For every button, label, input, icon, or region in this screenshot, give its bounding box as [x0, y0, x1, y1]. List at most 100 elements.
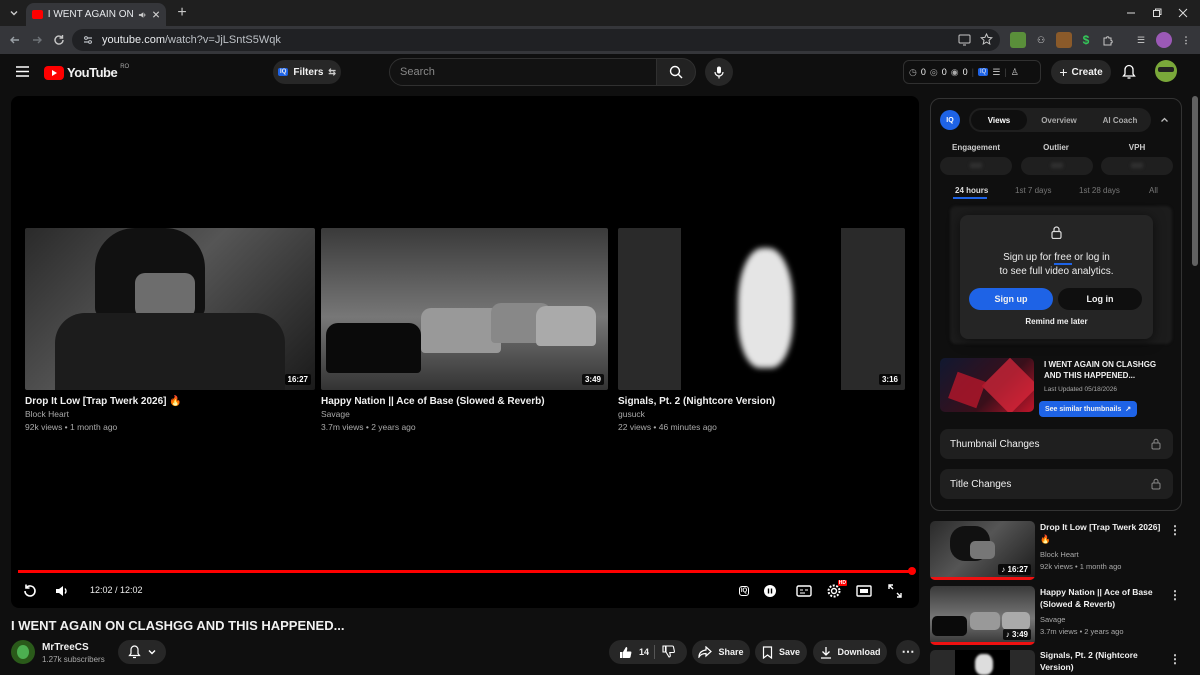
- panel-tabs: Views Overview AI Coach: [969, 108, 1151, 132]
- reload-button[interactable]: [50, 31, 68, 49]
- tab-overview[interactable]: Overview: [1029, 110, 1089, 130]
- lock-icon: [1151, 478, 1161, 490]
- see-similar-thumbnails-button[interactable]: See similar thumbnails ↗: [1039, 401, 1138, 417]
- extension-green-icon[interactable]: [1010, 32, 1026, 48]
- download-button[interactable]: Download: [813, 640, 887, 664]
- recommended-thumbnail[interactable]: ♪ 16:27: [930, 521, 1035, 580]
- more-vertical-icon[interactable]: ⋮: [1169, 588, 1181, 602]
- range-7-days[interactable]: 1st 7 days: [1015, 186, 1051, 195]
- volume-button[interactable]: [51, 580, 73, 602]
- login-button[interactable]: Log in: [1058, 288, 1142, 310]
- range-28-days[interactable]: 1st 28 days: [1079, 186, 1120, 195]
- bookmark-icon: [762, 645, 773, 659]
- autoplay-toggle[interactable]: [759, 580, 781, 602]
- voice-search-button[interactable]: [705, 58, 733, 86]
- recommended-video[interactable]: ♪ 3:49 Happy Nation || Ace of Base (Slow…: [930, 586, 1185, 646]
- recommended-thumbnail[interactable]: [930, 650, 1035, 675]
- browser-menu-icon[interactable]: ⋮: [1178, 32, 1194, 48]
- tab-title: I WENT AGAIN ON CLASHG: [47, 9, 133, 20]
- account-avatar[interactable]: [1155, 60, 1177, 82]
- replay-button[interactable]: [19, 580, 41, 602]
- remind-later-link[interactable]: Remind me later: [960, 317, 1153, 326]
- site-info-icon[interactable]: [82, 34, 94, 46]
- channel-name[interactable]: MrTreeCS: [42, 642, 89, 653]
- back-button[interactable]: [6, 31, 24, 49]
- fullscreen-icon: [888, 584, 902, 598]
- extension-dollar-icon[interactable]: $: [1078, 32, 1094, 48]
- browser-tab[interactable]: I WENT AGAIN ON CLASHG: [26, 3, 166, 26]
- captions-button[interactable]: [793, 580, 815, 602]
- metric-value-engagement: 000: [940, 157, 1012, 175]
- search-input[interactable]: Search: [389, 58, 657, 86]
- recommended-video[interactable]: ♪ 16:27 Drop It Low [Trap Twerk 2026] 🔥 B…: [930, 521, 1185, 581]
- iq-badge-icon: IQ: [738, 586, 750, 596]
- close-window-button[interactable]: [1166, 0, 1200, 26]
- speaker-icon[interactable]: [138, 10, 147, 20]
- forward-button[interactable]: [28, 31, 46, 49]
- dislike-button[interactable]: [662, 645, 675, 658]
- tab-search-button[interactable]: [4, 4, 24, 22]
- theater-mode-button[interactable]: [853, 580, 875, 602]
- new-tab-button[interactable]: +: [172, 4, 192, 22]
- save-button[interactable]: Save: [755, 640, 807, 664]
- settings-button[interactable]: HD: [823, 580, 847, 602]
- iq-logo: IQ: [940, 110, 960, 130]
- tab-ai-coach[interactable]: AI Coach: [1091, 110, 1149, 130]
- extension-glasses-icon[interactable]: ⚇: [1033, 32, 1049, 48]
- filters-button[interactable]: IQ Filters ⇆: [273, 60, 341, 84]
- end-screen-card[interactable]: 16:27 Drop It Low [Trap Twerk 2026] 🔥 Bl…: [25, 228, 315, 434]
- more-actions-button[interactable]: ⋯: [896, 640, 920, 664]
- address-bar[interactable]: youtube.com/watch?v=JjLSntS5Wqk: [72, 29, 1000, 51]
- range-all[interactable]: All: [1149, 186, 1158, 195]
- video-title: I WENT AGAIN ON CLASHGG AND THIS HAPPENE…: [11, 618, 345, 633]
- page-scrollbar[interactable]: [1192, 96, 1198, 266]
- thumbnail-preview[interactable]: [940, 358, 1034, 412]
- scrubber-handle[interactable]: [908, 567, 916, 575]
- end-screen-card[interactable]: 3:49 Happy Nation || Ace of Base (Slowed…: [321, 228, 608, 434]
- youtube-logo[interactable]: YouTube RO: [44, 64, 129, 80]
- hamburger-menu-icon[interactable]: [16, 66, 29, 77]
- end-screen-card[interactable]: 3:16 Signals, Pt. 2 (Nightcore Version) …: [618, 228, 905, 434]
- more-vertical-icon[interactable]: ⋮: [1169, 523, 1181, 537]
- notifications-bell-icon[interactable]: [1122, 64, 1136, 80]
- channel-avatar[interactable]: [11, 640, 35, 664]
- duration-badge: ♪ 3:49: [1002, 629, 1031, 640]
- end-card-title: Drop It Low [Trap Twerk 2026]: [25, 396, 167, 407]
- create-button[interactable]: + Create: [1051, 60, 1111, 84]
- signup-button[interactable]: Sign up: [969, 288, 1053, 310]
- cast-icon[interactable]: [958, 34, 971, 46]
- progress-bar[interactable]: [18, 570, 913, 573]
- fire-emoji-icon: 🔥: [1040, 534, 1051, 544]
- fullscreen-button[interactable]: [884, 580, 906, 602]
- end-card-thumbnail[interactable]: 16:27: [25, 228, 315, 390]
- download-label: Download: [837, 647, 881, 657]
- extension-badge-icon[interactable]: [1056, 32, 1072, 48]
- bookmark-star-icon[interactable]: [980, 33, 993, 46]
- lock-icon: [1051, 226, 1062, 239]
- recommended-video[interactable]: Signals, Pt. 2 (Nightcore Version) ⋮: [930, 650, 1185, 675]
- notification-settings-button[interactable]: [118, 640, 166, 664]
- browser-tab-strip: I WENT AGAIN ON CLASHG +: [0, 0, 1200, 26]
- like-button[interactable]: 14: [619, 646, 649, 659]
- close-icon[interactable]: [152, 10, 160, 19]
- more-vertical-icon[interactable]: ⋮: [1169, 652, 1181, 666]
- chevron-up-icon[interactable]: [1160, 116, 1169, 124]
- extension-stats-bar[interactable]: ◷ 0 ◎ 0 ◉ 0 | IQ ☰ | ♙: [903, 60, 1041, 84]
- search-button[interactable]: [656, 58, 696, 86]
- video-player[interactable]: 16:27 Drop It Low [Trap Twerk 2026] 🔥 Bl…: [11, 96, 919, 608]
- reading-list-icon[interactable]: ☰: [1133, 32, 1149, 48]
- url-text: youtube.com/watch?v=JjLSntS5Wqk: [102, 34, 281, 46]
- profile-avatar[interactable]: [1156, 32, 1172, 48]
- share-button[interactable]: Share: [692, 640, 750, 664]
- extensions-puzzle-icon[interactable]: [1100, 32, 1116, 48]
- end-card-thumbnail[interactable]: 3:16: [618, 228, 905, 390]
- title-changes-row[interactable]: Title Changes: [940, 469, 1173, 499]
- iq-player-button[interactable]: IQ: [733, 580, 755, 602]
- thumbnail-changes-row[interactable]: Thumbnail Changes: [940, 429, 1173, 459]
- search-icon: [669, 65, 683, 79]
- tab-views[interactable]: Views: [971, 110, 1027, 130]
- range-24-hours[interactable]: 24 hours: [955, 186, 988, 195]
- recommended-thumbnail[interactable]: ♪ 3:49: [930, 586, 1035, 645]
- end-card-thumbnail[interactable]: 3:49: [321, 228, 608, 390]
- youtube-wordmark: YouTube: [67, 65, 118, 80]
